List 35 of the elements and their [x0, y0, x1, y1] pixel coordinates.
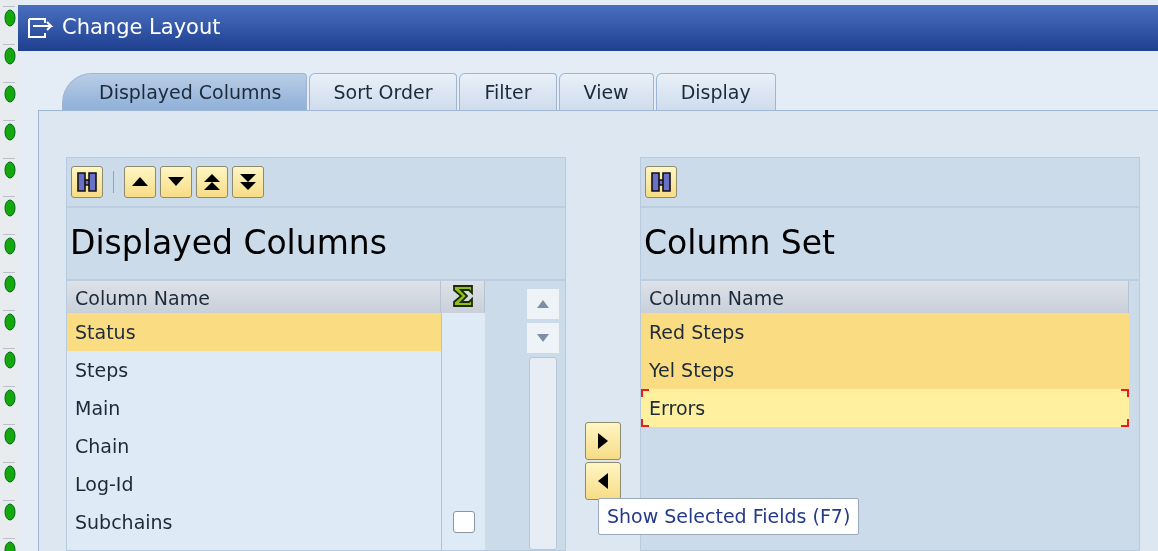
find-icon	[650, 171, 672, 193]
move-top-button[interactable]	[196, 166, 228, 198]
up-triangle-icon	[202, 172, 222, 192]
down-triangle-icon	[537, 334, 549, 342]
list-row[interactable]: Errors	[641, 389, 1129, 427]
find-button[interactable]	[645, 166, 677, 198]
scroll-up-button[interactable]	[527, 289, 559, 319]
move-bottom-button[interactable]	[232, 166, 264, 198]
move-up-button[interactable]	[124, 166, 156, 198]
tab[interactable]: Display	[655, 73, 776, 110]
list-row[interactable]: Yel Steps	[641, 351, 1129, 389]
left-triangle-icon	[598, 473, 608, 489]
window-title: Change Layout	[62, 14, 221, 42]
tooltip: Show Selected Fields (F7)	[598, 498, 860, 535]
scrollbar-thumb[interactable]	[529, 357, 557, 550]
column-header: Column Name	[641, 281, 1129, 313]
sum-icon[interactable]	[450, 284, 475, 308]
right-triangle-icon	[598, 433, 608, 449]
window-icon	[28, 18, 54, 38]
down-triangle-icon	[238, 172, 258, 192]
find-button[interactable]	[71, 166, 103, 198]
move-left-button[interactable]	[585, 462, 621, 500]
scroll-down-button[interactable]	[527, 323, 559, 353]
tab[interactable]: Sort Order	[308, 73, 458, 110]
move-right-button[interactable]	[585, 422, 621, 460]
column-header: Column Name	[67, 281, 441, 313]
tab[interactable]: Filter	[459, 73, 557, 110]
list-row[interactable]: Red Steps	[641, 313, 1129, 351]
tab[interactable]: View	[558, 73, 654, 110]
list-row[interactable]: Status	[67, 313, 441, 351]
find-icon	[76, 171, 98, 193]
move-down-button[interactable]	[160, 166, 192, 198]
up-triangle-icon	[537, 300, 549, 308]
tab[interactable]: Displayed Columns	[62, 73, 307, 110]
sum-checkbox[interactable]	[452, 511, 475, 533]
